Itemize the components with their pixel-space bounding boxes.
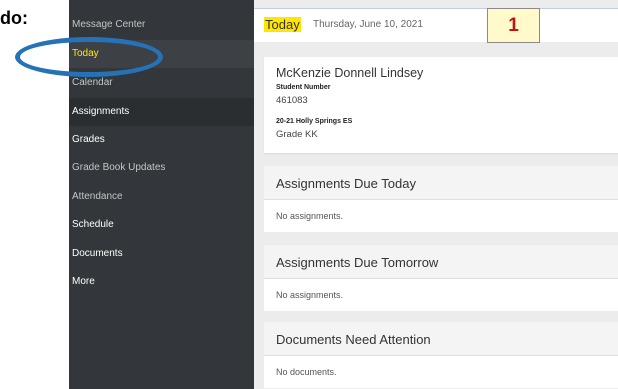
section-title: Assignments Due Tomorrow xyxy=(276,255,439,270)
school-name: 20-21 Holly Springs ES xyxy=(276,118,353,125)
section-body-documents: No documents. xyxy=(264,356,618,388)
empty-state-text: No documents. xyxy=(276,367,337,377)
main-content: Today Thursday, June 10, 2021 McKenzie D… xyxy=(254,0,618,389)
sidebar-item-schedule[interactable]: Schedule xyxy=(69,211,254,239)
callout-ring xyxy=(15,37,163,77)
sidebar-item-grade-book-updates[interactable]: Grade Book Updates xyxy=(69,154,254,182)
header-date: Thursday, June 10, 2021 xyxy=(313,19,423,30)
student-name: McKenzie Donnell Lindsey xyxy=(276,66,424,80)
empty-state-text: No assignments. xyxy=(276,211,344,221)
section-header-documents[interactable]: Documents Need Attention xyxy=(264,322,618,356)
sidebar-item-grades[interactable]: Grades xyxy=(69,126,254,154)
page-title: Today xyxy=(264,17,301,32)
sidebar-item-message-center[interactable]: Message Center xyxy=(69,11,254,39)
instruction-label: do: xyxy=(0,8,28,28)
sidebar-item-attendance[interactable]: Attendance xyxy=(69,183,254,211)
page-header: Today Thursday, June 10, 2021 xyxy=(254,8,618,42)
grade-level: Grade KK xyxy=(276,129,318,140)
section-title: Assignments Due Today xyxy=(276,176,416,191)
section-body-due-today: No assignments. xyxy=(264,200,618,232)
empty-state-text: No assignments. xyxy=(276,290,344,300)
step-number-badge: 1 xyxy=(487,8,540,43)
sidebar-item-documents[interactable]: Documents xyxy=(69,240,254,268)
student-number: 461083 xyxy=(276,95,308,106)
student-number-label: Student Number xyxy=(276,84,331,91)
student-card: McKenzie Donnell Lindsey Student Number … xyxy=(264,57,618,153)
sidebar-item-assignments[interactable]: Assignments xyxy=(69,98,254,126)
section-header-due-today[interactable]: Assignments Due Today xyxy=(264,166,618,200)
section-header-due-tomorrow[interactable]: Assignments Due Tomorrow xyxy=(264,245,618,279)
sidebar-item-more[interactable]: More xyxy=(69,268,254,296)
section-body-due-tomorrow: No assignments. xyxy=(264,279,618,311)
section-title: Documents Need Attention xyxy=(276,332,431,347)
